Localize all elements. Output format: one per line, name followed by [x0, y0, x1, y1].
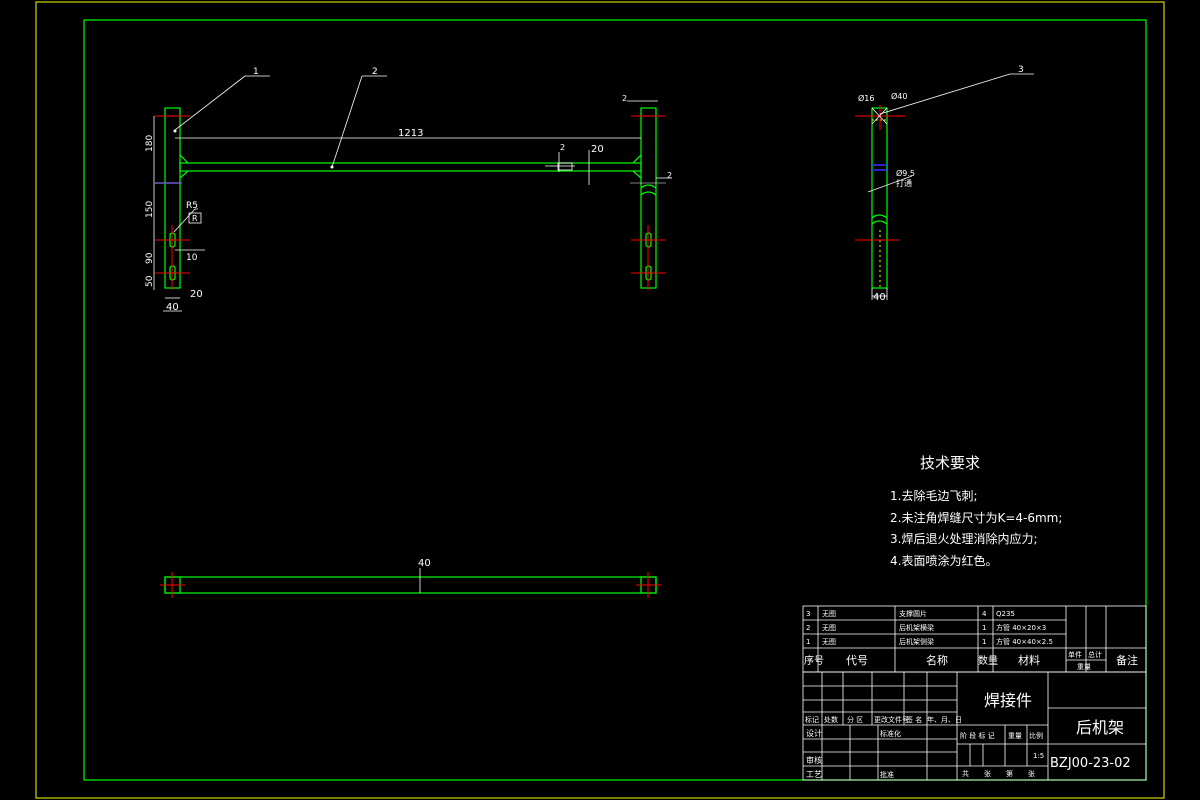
role-process: 工艺 — [806, 770, 822, 779]
dim-R: R — [192, 214, 198, 223]
title-block: 焊接件 后机架 BZJ00-23-02 1:5 标记 处数 分 区 更改文件号 … — [802, 671, 1147, 781]
bom-header-weight: 重量 — [1077, 663, 1091, 671]
top-view: 40 — [160, 558, 661, 598]
sheet-unit-label-2: 张 — [1028, 769, 1035, 778]
dim-40-bottom: 40 — [166, 302, 179, 313]
weight-label: 重量 — [1008, 732, 1022, 740]
bom-row2-no: 2 — [806, 624, 810, 632]
balloon-3: 3 — [1018, 65, 1024, 75]
rev-label-count: 处数 — [824, 715, 838, 724]
dim-50: 50 — [145, 275, 155, 287]
rev-label-date: 年、月、日 — [927, 715, 962, 724]
sheet-total-label: 共 — [962, 769, 969, 778]
requirement-item-3: 3.焊后退火处理消除内应力; — [890, 531, 1038, 546]
rev-label-sign: 签 名 — [906, 715, 922, 724]
rev-label-docno: 更改文件号 — [874, 715, 909, 724]
rev-label-mark: 标记 — [805, 715, 819, 724]
part-name: 后机架 — [1076, 718, 1124, 737]
dim-R5: R5 — [186, 201, 198, 211]
bom-header-material: 材料 — [1018, 653, 1040, 667]
bom-table: 3 无图 支撑圆片 4 Q235 2 无图 后机架横梁 1 方管 40×20×3… — [802, 605, 1147, 673]
technical-requirements: 技术要求 1.去除毛边飞刺; 2.未注角焊缝尺寸为K=4-6mm; 3.焊后退火… — [890, 454, 1062, 568]
bom-header-no: 序号 — [804, 654, 824, 667]
bom-row1-qty: 1 — [982, 638, 986, 646]
bom-row1-material: 方管 40×40×2.5 — [996, 637, 1053, 646]
balloon-1: 1 — [253, 67, 259, 77]
bom-row2-material: 方管 40×20×3 — [996, 623, 1046, 632]
bom-row3-material: Q235 — [996, 610, 1015, 618]
role-design: 设计 — [806, 728, 822, 738]
bom-row2-code: 无图 — [822, 624, 836, 632]
bom-row2-qty: 1 — [982, 624, 986, 632]
requirement-item-2: 2.未注角焊缝尺寸为K=4-6mm; — [890, 510, 1062, 525]
side-dia16: Ø16 — [858, 93, 874, 103]
bom-row3-code: 无图 — [822, 610, 836, 618]
outer-frame — [35, 1, 1165, 799]
sheet-unit-label-1: 张 — [984, 769, 991, 778]
assembly-type: 焊接件 — [984, 691, 1032, 710]
bom-header-total: 总计 — [1088, 650, 1102, 659]
sheet-no-label: 第 — [1006, 769, 1013, 778]
side-width40: 40 — [873, 292, 886, 303]
stage-label: 阶 段 标 记 — [960, 731, 995, 740]
balloon-2: 2 — [372, 67, 378, 77]
bom-row3-qty: 4 — [982, 610, 987, 618]
role-review: 审核 — [806, 755, 822, 765]
dim-1213: 1213 — [398, 128, 423, 139]
top-width40: 40 — [418, 558, 431, 569]
front-view: 1213 180 150 90 50 20 40 R5 R 10 2 20 2 … — [145, 67, 672, 313]
side-drill-note: 打通 — [896, 178, 912, 188]
dim-150: 150 — [145, 201, 155, 218]
bom-header-code: 代号 — [846, 654, 868, 667]
cad-drawing-sheet: 1213 180 150 90 50 20 40 R5 R 10 2 20 2 … — [35, 1, 1165, 799]
bom-header-single: 单件 — [1068, 650, 1082, 659]
requirements-title: 技术要求 — [920, 454, 980, 472]
bom-header-name: 名称 — [926, 653, 948, 667]
bom-row3-name: 支撑圆片 — [899, 609, 927, 618]
bom-row1-name: 后机架侧梁 — [899, 637, 934, 646]
dim-10: 10 — [186, 253, 198, 263]
dim-2-small: 2 — [560, 143, 565, 152]
rev-label-zone: 分 区 — [847, 715, 863, 724]
bom-header-remark: 备注 — [1116, 653, 1138, 667]
side-dia95: Ø9.5 — [896, 168, 915, 178]
dim-20-bottom: 20 — [190, 289, 203, 300]
scale-value: 1:5 — [1033, 752, 1044, 760]
approve-label: 批准 — [880, 770, 894, 779]
bom-row3-no: 3 — [806, 610, 810, 618]
bom-header-qty: 数量 — [978, 654, 998, 667]
dim-20-right: 20 — [591, 144, 604, 155]
dim-180: 180 — [145, 135, 155, 152]
drawing-number: BZJ00-23-02 — [1050, 756, 1131, 771]
std-label: 标准化 — [880, 729, 901, 738]
bom-row2-name: 后机架横梁 — [899, 623, 934, 632]
side-view: Ø16 Ø40 3 Ø9.5 打通 40 — [855, 65, 1034, 303]
bom-row1-no: 1 — [806, 638, 810, 646]
scale-label: 比例 — [1029, 731, 1043, 740]
side-dia40: Ø40 — [891, 91, 907, 101]
bom-row1-code: 无图 — [822, 638, 836, 646]
dim-gap-top: 2 — [622, 94, 627, 103]
requirement-item-4: 4.表面喷涂为红色。 — [890, 553, 997, 568]
dim-90: 90 — [145, 252, 155, 264]
dim-2-side: 2 — [667, 171, 672, 180]
requirement-item-1: 1.去除毛边飞刺; — [890, 488, 978, 503]
